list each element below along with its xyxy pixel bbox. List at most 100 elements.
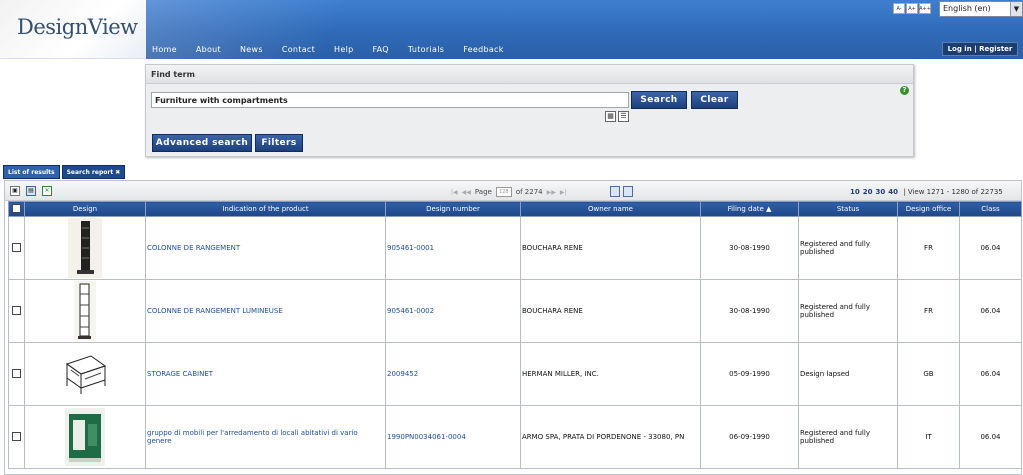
design-thumbnail[interactable] <box>68 218 102 278</box>
design-number-link[interactable]: 1990PN0034061-0004 <box>385 405 521 469</box>
column-class[interactable]: Class <box>959 201 1022 217</box>
column-design-office[interactable]: Design office <box>897 201 960 217</box>
per-page-10[interactable]: 10 <box>850 188 860 196</box>
nav-faq[interactable]: FAQ <box>373 45 396 54</box>
owner-name-cell: BOUCHARA RENE <box>520 216 701 280</box>
indication-link[interactable]: gruppo di mobili per l'arredamento di lo… <box>145 405 386 469</box>
next-page-icon[interactable]: ▶▶ <box>547 189 556 196</box>
search-input[interactable]: Furniture with compartments <box>151 92 629 108</box>
page-number-input[interactable]: 128 <box>495 187 512 197</box>
column-design-number[interactable]: Design number <box>385 201 521 217</box>
row-checkbox[interactable] <box>12 305 21 315</box>
indication-link[interactable]: STORAGE CABINET <box>145 342 386 406</box>
language-value: English (en) <box>943 4 991 13</box>
font-size-controls: A- A+ A++ <box>893 3 931 14</box>
tab-search-report[interactable]: Search report ✖ <box>61 165 126 179</box>
advanced-search-button[interactable]: Advanced search <box>152 134 252 152</box>
design-office-cell: IT <box>897 405 960 469</box>
column-indication[interactable]: Indication of the product <box>145 201 386 217</box>
design-thumbnail[interactable] <box>65 408 105 466</box>
design-image-cell[interactable] <box>24 279 146 343</box>
nav-feedback[interactable]: Feedback <box>463 45 511 54</box>
row-select-cell <box>8 279 25 343</box>
filing-date-cell: 30-08-1990 <box>700 279 799 343</box>
font-decrease-button[interactable]: A- <box>893 3 905 14</box>
column-status[interactable]: Status <box>798 201 898 217</box>
list-view-icon[interactable]: ☰ <box>618 111 629 122</box>
results-table: Design Indication of the product Design … <box>8 201 1022 469</box>
design-thumbnail[interactable] <box>61 352 109 396</box>
prev-page-icon[interactable]: ◀◀ <box>462 189 471 196</box>
logo-area: DesignView <box>0 0 146 59</box>
indication-link[interactable]: COLONNE DE RANGEMENT LUMINEUSE <box>145 279 386 343</box>
tab-list-of-results[interactable]: List of results <box>3 165 60 179</box>
table-row[interactable]: STORAGE CABINET 2009452 HERMAN MILLER, I… <box>8 342 1022 406</box>
help-icon[interactable]: ? <box>900 86 909 95</box>
per-page-30[interactable]: 30 <box>876 188 886 196</box>
results-toolbar: ▣ ▤ ✕ |◀ ◀◀ Page 128 of 2274 ▶▶ ▶| 10 20 3… <box>5 181 1021 201</box>
design-image-cell[interactable] <box>24 342 146 406</box>
nav-help[interactable]: Help <box>334 45 360 54</box>
design-number-link[interactable]: 905461-0001 <box>385 216 521 280</box>
page-total: of 2274 <box>515 188 543 196</box>
main-nav: Home About News Contact Help FAQ Tutoria… <box>152 45 523 54</box>
print-icon[interactable]: ▣ <box>10 186 20 196</box>
design-number-link[interactable]: 905461-0002 <box>385 279 521 343</box>
owner-name-cell: BOUCHARA RENE <box>520 279 701 343</box>
results-panel: ▣ ▤ ✕ |◀ ◀◀ Page 128 of 2274 ▶▶ ▶| 10 20 3… <box>4 180 1022 475</box>
table-row[interactable]: gruppo di mobili per l'arredamento di lo… <box>8 405 1022 469</box>
table-row[interactable]: COLONNE DE RANGEMENT LUMINEUSE 905461-00… <box>8 279 1022 343</box>
class-cell: 06.04 <box>959 216 1022 280</box>
owner-name-cell: HERMAN MILLER, INC. <box>520 342 701 406</box>
language-select[interactable]: English (en) ▼ <box>939 1 1023 17</box>
status-cell: Registered and fully published <box>798 279 898 343</box>
find-term-title: Find term <box>146 65 913 84</box>
row-select-cell <box>8 405 25 469</box>
row-checkbox[interactable] <box>12 368 21 378</box>
nav-news[interactable]: News <box>240 45 270 54</box>
filing-date-cell: 05-09-1990 <box>700 342 799 406</box>
design-image-cell[interactable] <box>24 216 146 280</box>
view-mode-toggle: ▦ ☰ <box>605 111 629 122</box>
search-button[interactable]: Search <box>631 91 687 109</box>
select-all-header[interactable] <box>8 201 25 217</box>
filters-button[interactable]: Filters <box>255 134 303 152</box>
clear-button[interactable]: Clear <box>691 91 738 109</box>
design-image-cell[interactable] <box>24 405 146 469</box>
design-office-cell: FR <box>897 216 960 280</box>
compact-view-icon[interactable] <box>623 186 633 197</box>
column-owner-name[interactable]: Owner name <box>520 201 701 217</box>
select-all-checkbox[interactable] <box>12 203 21 213</box>
save-icon[interactable]: ▤ <box>26 186 36 196</box>
class-cell: 06.04 <box>959 279 1022 343</box>
row-checkbox[interactable] <box>12 431 21 441</box>
nav-tutorials[interactable]: Tutorials <box>408 45 451 54</box>
per-page-20[interactable]: 20 <box>863 188 873 196</box>
font-max-button[interactable]: A++ <box>919 3 931 14</box>
detail-view-icon[interactable] <box>610 186 620 197</box>
table-row[interactable]: COLONNE DE RANGEMENT 905461-0001 BOUCHAR… <box>8 216 1022 280</box>
find-term-panel: Find term Furniture with compartments Se… <box>145 64 914 157</box>
design-thumbnail[interactable] <box>74 281 96 341</box>
column-filing-date[interactable]: Filing date ▲ <box>700 201 799 217</box>
page-label: Page <box>474 188 492 196</box>
class-cell: 06.04 <box>959 405 1022 469</box>
layout-toggle <box>610 186 633 197</box>
nav-contact[interactable]: Contact <box>282 45 322 54</box>
per-page-40[interactable]: 40 <box>888 188 898 196</box>
view-range-text: | View 1271 - 1280 of 22735 <box>903 188 1003 196</box>
design-office-cell: GB <box>897 342 960 406</box>
design-number-link[interactable]: 2009452 <box>385 342 521 406</box>
nav-home[interactable]: Home <box>152 45 184 54</box>
excel-export-icon[interactable]: ✕ <box>42 186 52 196</box>
login-register-button[interactable]: Log in | Register <box>942 42 1018 56</box>
last-page-icon[interactable]: ▶| <box>560 189 567 196</box>
font-increase-button[interactable]: A+ <box>906 3 918 14</box>
designview-logo[interactable]: DesignView <box>17 15 138 39</box>
nav-about[interactable]: About <box>196 45 228 54</box>
status-cell: Registered and fully published <box>798 405 898 469</box>
row-checkbox[interactable] <box>12 242 21 252</box>
first-page-icon[interactable]: |◀ <box>451 189 458 196</box>
indication-link[interactable]: COLONNE DE RANGEMENT <box>145 216 386 280</box>
grid-view-icon[interactable]: ▦ <box>605 111 616 122</box>
